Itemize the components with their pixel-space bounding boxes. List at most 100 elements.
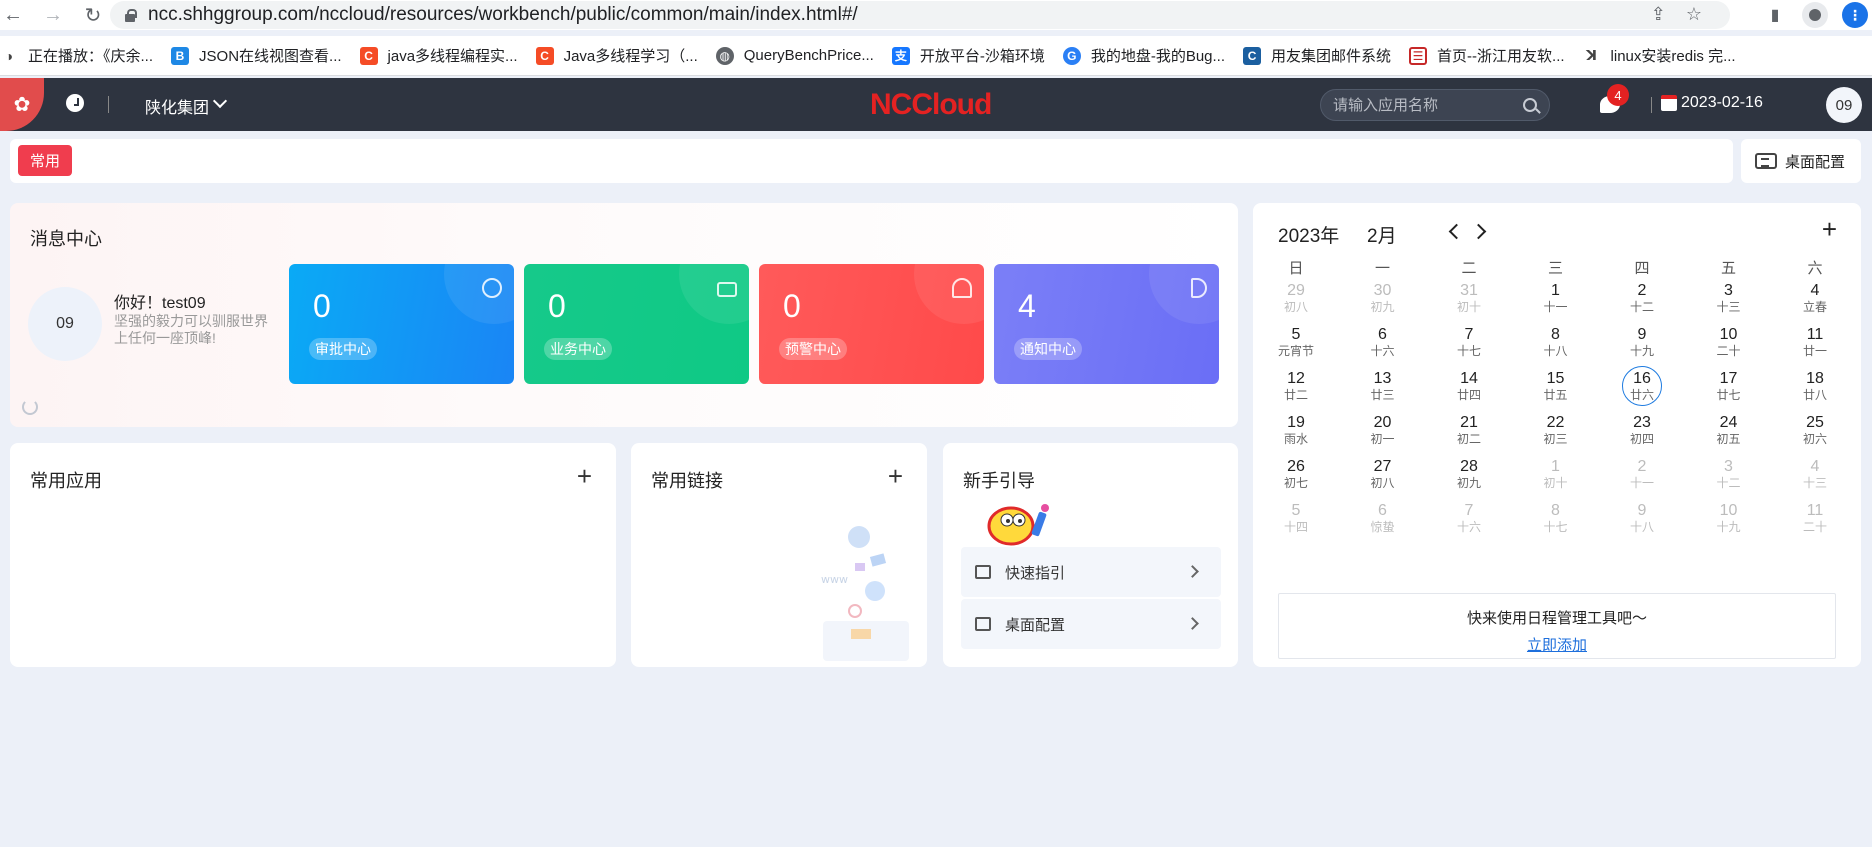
- add-schedule-icon[interactable]: +: [1822, 216, 1837, 242]
- calendar-day[interactable]: 26 初七: [1253, 458, 1339, 504]
- day-number: 25: [1806, 414, 1824, 431]
- bookmark-item[interactable]: ◑ 正在播放：《庆余...: [0, 45, 153, 66]
- warning-center-card[interactable]: 0 预警中心: [759, 264, 984, 384]
- forward-icon[interactable]: →: [40, 4, 66, 27]
- day-number: 11: [1806, 326, 1824, 343]
- notification-center-card[interactable]: 4 通知中心: [994, 264, 1219, 384]
- back-icon[interactable]: ←: [0, 4, 26, 27]
- calendar-day[interactable]: 21 初二: [1426, 414, 1512, 460]
- search-input[interactable]: [1333, 96, 1523, 114]
- side-panel-icon[interactable]: ▮: [1762, 2, 1788, 28]
- menu-icon[interactable]: ⋮: [1842, 2, 1868, 28]
- bookmark-item[interactable]: C Java多线程学习（...: [535, 45, 698, 66]
- calendar-day[interactable]: 31 初十: [1426, 282, 1512, 328]
- lunar-date: 初十: [1543, 476, 1568, 490]
- calendar-day[interactable]: 12 廿二: [1253, 370, 1339, 416]
- calendar-day[interactable]: 28 初九: [1426, 458, 1512, 504]
- lunar-date: 初一: [1370, 432, 1395, 446]
- calendar-day[interactable]: 2 十二: [1599, 282, 1685, 328]
- calendar-day[interactable]: 29 初八: [1253, 282, 1339, 328]
- guide-item-label: 桌面配置: [1005, 616, 1066, 634]
- calendar-day[interactable]: 17 廿七: [1686, 370, 1772, 416]
- calendar-day[interactable]: 7 十六: [1426, 502, 1512, 548]
- calendar-day[interactable]: 4 立春: [1772, 282, 1858, 328]
- profile-icon[interactable]: [1802, 2, 1828, 28]
- calendar-day[interactable]: 15 廿五: [1513, 370, 1599, 416]
- add-app-icon[interactable]: +: [577, 463, 592, 489]
- calendar-day[interactable]: 9 十八: [1599, 502, 1685, 548]
- search-icon[interactable]: [1523, 98, 1537, 112]
- share-icon[interactable]: ⇪: [1651, 4, 1666, 25]
- disk-icon: G: [1062, 46, 1081, 65]
- calendar-day[interactable]: 10 二十: [1686, 326, 1772, 372]
- bookmark-item[interactable]: ☰ 首页--浙江用友软...: [1409, 45, 1565, 66]
- calendar-day[interactable]: 11 二十: [1772, 502, 1858, 548]
- bookmark-item[interactable]: C 用友集团邮件系统: [1243, 45, 1391, 66]
- chevron-left-icon[interactable]: [1448, 223, 1465, 240]
- calendar-day[interactable]: 22 初三: [1513, 414, 1599, 460]
- calendar-day[interactable]: 5 元宵节: [1253, 326, 1339, 372]
- weekday-header: 五: [1720, 260, 1736, 277]
- calendar-day[interactable]: 8 十七: [1513, 502, 1599, 548]
- calendar-day[interactable]: 1 十一: [1513, 282, 1599, 328]
- reload-icon[interactable]: ↻: [80, 3, 106, 28]
- calendar-day[interactable]: 4 十三: [1772, 458, 1858, 504]
- chevron-right-icon[interactable]: [1470, 223, 1487, 240]
- calendar-day[interactable]: 8 十八: [1513, 326, 1599, 372]
- calendar-day[interactable]: 30 初九: [1340, 282, 1426, 328]
- calendar-day[interactable]: 6 十六: [1340, 326, 1426, 372]
- calendar-day-today[interactable]: 16 廿六: [1599, 366, 1685, 416]
- quick-guide-item[interactable]: 快速指引: [961, 547, 1221, 597]
- linux-icon: ꓘ: [1582, 46, 1601, 65]
- bookmark-item[interactable]: ◍ QueryBenchPrice...: [715, 46, 874, 65]
- desk-config-guide-item[interactable]: 桌面配置: [961, 599, 1221, 649]
- calendar-year[interactable]: 2023年: [1278, 221, 1339, 248]
- lock-icon[interactable]: [124, 8, 137, 22]
- chevron-down-icon[interactable]: [212, 93, 228, 109]
- user-avatar[interactable]: 09: [1826, 87, 1862, 123]
- lunar-date: 立春: [1802, 300, 1827, 314]
- calendar-day[interactable]: 3 十三: [1686, 282, 1772, 328]
- day-number: 27: [1373, 458, 1392, 475]
- calendar-day[interactable]: 25 初六: [1772, 414, 1858, 460]
- business-center-card[interactable]: 0 业务中心: [524, 264, 749, 384]
- tab-common[interactable]: 常用: [18, 145, 73, 176]
- bookmark-item[interactable]: 支开放平台-沙箱环境: [891, 45, 1045, 66]
- calendar-month[interactable]: 2月: [1367, 221, 1397, 248]
- clock-icon[interactable]: [66, 94, 84, 112]
- desk-config-button[interactable]: 桌面配置: [1741, 139, 1861, 183]
- lunar-date: 初九: [1456, 476, 1481, 490]
- calendar-day[interactable]: 7 十七: [1426, 326, 1512, 372]
- bookmark-item[interactable]: ꓘ linux安装redis 完...: [1582, 45, 1736, 66]
- calendar-day[interactable]: 23 初四: [1599, 414, 1685, 460]
- bookmark-item[interactable]: B JSON在线视图查看...: [171, 45, 342, 66]
- user-avatar-large: 09: [28, 287, 102, 361]
- bookmark-label: 首页--浙江用友软...: [1437, 48, 1565, 65]
- calendar-day[interactable]: 24 初五: [1686, 414, 1772, 460]
- refresh-icon[interactable]: [22, 399, 38, 415]
- calendar-day[interactable]: 14 廿四: [1426, 370, 1512, 416]
- calendar-day[interactable]: 13 廿三: [1340, 370, 1426, 416]
- calendar-day[interactable]: 5 十四: [1253, 502, 1339, 548]
- bookmark-item[interactable]: G 我的地盘-我的Bug...: [1062, 45, 1225, 66]
- calendar-day[interactable]: 11 廿一: [1772, 326, 1858, 372]
- approval-center-card[interactable]: 0 审批中心: [289, 264, 514, 384]
- message-badge[interactable]: 4: [1607, 84, 1629, 106]
- calendar-day[interactable]: 19 雨水: [1253, 414, 1339, 460]
- calendar-day[interactable]: 20 初一: [1340, 414, 1426, 460]
- add-now-link[interactable]: 立即添加: [1527, 634, 1587, 655]
- calendar-day[interactable]: 2 十一: [1599, 458, 1685, 504]
- address-bar[interactable]: ncc.shhggroup.com/nccloud/resources/work…: [110, 1, 1730, 29]
- calendar-day[interactable]: 1 初十: [1513, 458, 1599, 504]
- add-link-icon[interactable]: +: [888, 463, 903, 489]
- day-number: 6: [1378, 326, 1387, 343]
- calendar-day[interactable]: 10 十九: [1686, 502, 1772, 548]
- calendar-day[interactable]: 6 惊蛰: [1340, 502, 1426, 548]
- star-icon[interactable]: ☆: [1686, 4, 1702, 25]
- calendar-day[interactable]: 18 廿八: [1772, 370, 1858, 416]
- calendar-day[interactable]: 3 十二: [1686, 458, 1772, 504]
- app-menu-icon[interactable]: [0, 78, 44, 131]
- calendar-day[interactable]: 27 初八: [1340, 458, 1426, 504]
- org-selector[interactable]: 陕化集团: [145, 94, 209, 118]
- bookmark-item[interactable]: Cjava多线程编程实...: [359, 45, 518, 66]
